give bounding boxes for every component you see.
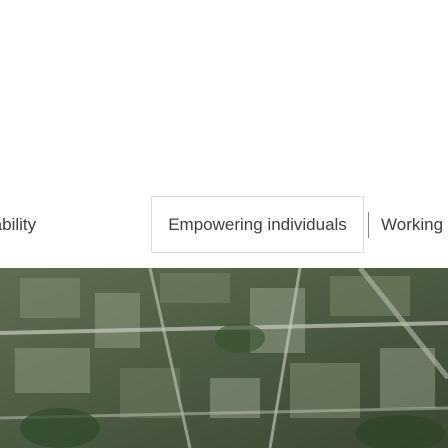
aerial-city-illustration bbox=[0, 268, 448, 448]
tab-label: ainability bbox=[0, 214, 37, 234]
tab-label: Working toget bbox=[381, 214, 448, 234]
tab-label: Empowering individuals bbox=[168, 214, 347, 234]
tab-strip: ainability Empowering individuals Workin… bbox=[0, 196, 448, 253]
tab-working-together[interactable]: Working toget bbox=[374, 196, 448, 253]
tab-empowering-individuals[interactable]: Empowering individuals bbox=[151, 196, 364, 253]
tab-divider bbox=[368, 212, 369, 238]
page: ainability Empowering individuals Workin… bbox=[0, 0, 448, 448]
hero-aerial-city-image bbox=[0, 268, 448, 448]
tab-sustainability[interactable]: ainability bbox=[0, 196, 100, 253]
